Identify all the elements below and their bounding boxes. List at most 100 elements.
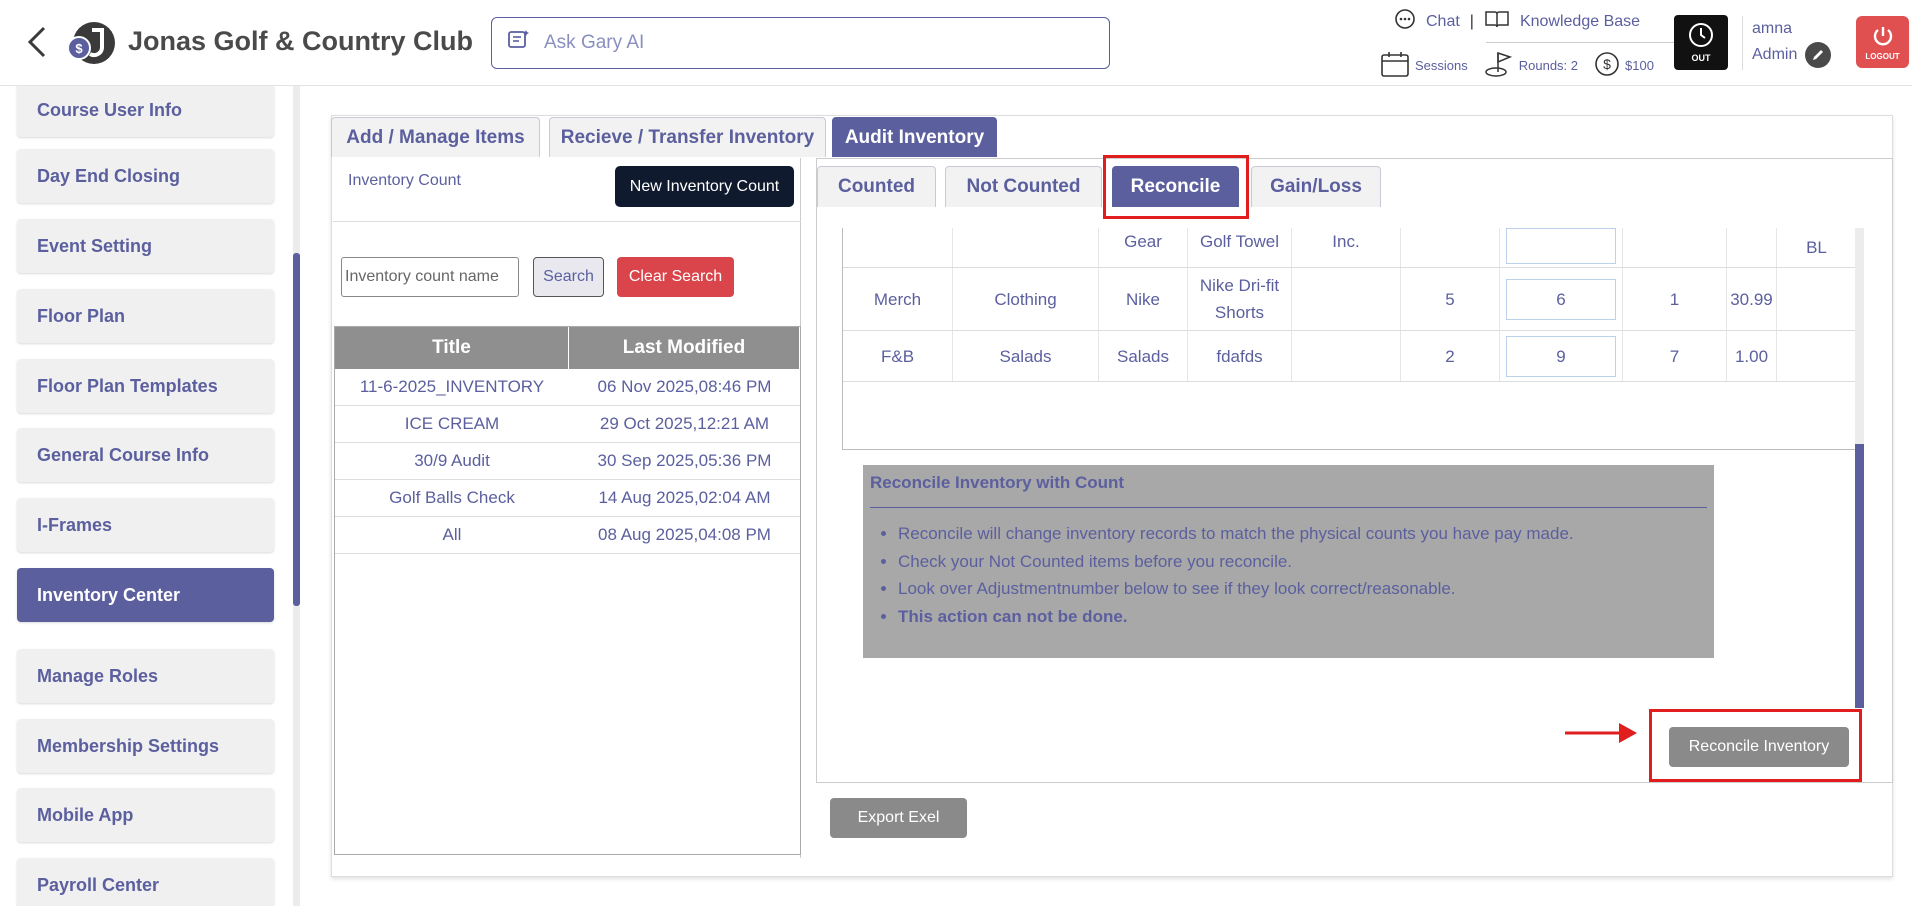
rounds-indicator[interactable]: Rounds: 2: [1484, 50, 1578, 81]
cell-adjustment: 1: [1623, 268, 1727, 330]
sessions-label: Sessions: [1415, 58, 1468, 73]
table-row[interactable]: 11-6-2025_INVENTORY 06 Nov 2025,08:46 PM: [335, 369, 800, 406]
reconcile-info-box: Reconcile Inventory with Count Reconcile…: [863, 465, 1714, 658]
cell-cost: 30.99: [1727, 268, 1777, 330]
svg-text:$: $: [1603, 56, 1611, 72]
user-info: amna Admin: [1752, 16, 1832, 68]
tab-add-manage-items[interactable]: Add / Manage Items: [331, 117, 540, 157]
chat-icon[interactable]: [1394, 8, 1416, 35]
panel-divider: [333, 221, 801, 222]
row-title: 11-6-2025_INVENTORY: [359, 377, 545, 396]
sidebar-item-floor-plan[interactable]: Floor Plan: [17, 289, 274, 343]
cell-counted: 6: [1500, 268, 1623, 330]
clock-out-label: OUT: [1691, 53, 1711, 63]
balance-indicator[interactable]: $ $100: [1594, 51, 1654, 80]
cell-item: Nike Dri-fit Shorts: [1188, 268, 1292, 330]
table-row[interactable]: F&B Salads Salads fdafds 2 9 7 1.00: [843, 331, 1855, 382]
row-title: All: [442, 525, 462, 544]
cell-adjustment: 7: [1623, 331, 1727, 381]
sidebar-item-general-course-info[interactable]: General Course Info: [17, 428, 274, 482]
balance-label: $100: [1625, 58, 1654, 73]
tab-counted[interactable]: Counted: [817, 166, 936, 207]
export-excel-button[interactable]: Export Exel: [830, 798, 967, 838]
inventory-search-input[interactable]: Inventory count name: [341, 257, 519, 297]
cell-counted: 9: [1500, 331, 1623, 381]
sidebar-item-course-user-info[interactable]: Course User Info: [17, 86, 274, 137]
tab-gain-loss[interactable]: Gain/Loss: [1251, 166, 1381, 207]
cell-item: fdafds: [1188, 331, 1292, 381]
logout-button[interactable]: LOGOUT: [1856, 16, 1909, 68]
reconcile-info-item: Check your Not Counted items before you …: [898, 548, 1707, 576]
count-input[interactable]: 9: [1506, 335, 1616, 377]
cell-department: F&B: [843, 331, 953, 381]
cell-adjustment: [1623, 228, 1727, 267]
reconcile-info-list: Reconcile will change inventory records …: [870, 520, 1707, 630]
sidebar-item-membership-settings[interactable]: Membership Settings: [17, 719, 274, 773]
row-last-modified: 29 Oct 2025,12:21 AM: [599, 414, 770, 433]
link-separator: |: [1469, 12, 1474, 30]
search-button[interactable]: Search: [533, 257, 604, 297]
column-header-last-modified[interactable]: Last Modified: [569, 327, 800, 369]
reconcile-info-item: Reconcile will change inventory records …: [898, 520, 1707, 548]
count-input[interactable]: 6: [1506, 278, 1616, 320]
count-input[interactable]: [1506, 228, 1616, 264]
ask-gary-input[interactable]: Ask Gary AI: [491, 17, 1110, 69]
rounds-label: Rounds: 2: [1518, 58, 1579, 73]
cell-cost: 1.00: [1727, 331, 1777, 381]
table-row[interactable]: Merch Clothing Nike Nike Dri-fit Shorts …: [843, 268, 1855, 331]
edit-pencil-icon[interactable]: [1805, 42, 1832, 68]
tab-not-counted[interactable]: Not Counted: [945, 166, 1102, 207]
reconcile-inventory-button[interactable]: Reconcile Inventory: [1669, 727, 1849, 767]
sessions-link[interactable]: Sessions: [1380, 50, 1468, 81]
cell-category: [953, 228, 1099, 267]
row-title: 30/9 Audit: [414, 451, 490, 470]
clear-search-button[interactable]: Clear Search: [617, 257, 734, 297]
sidebar-item-inventory-center[interactable]: Inventory Center: [17, 568, 274, 622]
cell-vendor: Inc.: [1292, 228, 1401, 267]
table-row[interactable]: Golf Balls Check 14 Aug 2025,02:04 AM: [335, 480, 800, 517]
column-header-title[interactable]: Title: [335, 327, 569, 369]
row-last-modified: 08 Aug 2025,04:08 PM: [598, 525, 771, 544]
book-icon[interactable]: [1484, 8, 1510, 35]
cell-category: Salads: [953, 331, 1099, 381]
sidebar-item-day-end-closing[interactable]: Day End Closing: [17, 149, 274, 203]
sidebar-item-payroll-center[interactable]: Payroll Center: [17, 858, 274, 906]
sidebar-item-floor-plan-templates[interactable]: Floor Plan Templates: [17, 359, 274, 413]
user-name: amna: [1752, 20, 1793, 37]
sidebar-scrollbar-thumb[interactable]: [293, 253, 300, 606]
back-arrow-icon[interactable]: [24, 24, 52, 60]
table-scrollbar-thumb[interactable]: [1855, 444, 1864, 708]
sidebar-item-manage-roles[interactable]: Manage Roles: [17, 649, 274, 703]
tab-audit-inventory[interactable]: Audit Inventory: [832, 117, 997, 157]
chat-link[interactable]: Chat: [1426, 13, 1460, 31]
row-last-modified: 30 Sep 2025,05:36 PM: [597, 451, 772, 470]
sidebar-item-event-setting[interactable]: Event Setting: [17, 219, 274, 273]
ai-chat-icon: [506, 28, 530, 58]
cell-extra: BL: [1777, 228, 1855, 267]
knowledge-base-link[interactable]: Knowledge Base: [1520, 13, 1640, 31]
clock-icon: [1688, 22, 1714, 50]
cell-category: Clothing: [953, 268, 1099, 330]
reconcile-info-title: Reconcile Inventory with Count: [870, 473, 1707, 508]
table-row[interactable]: Gear Golf Towel Inc. BL: [843, 228, 1855, 268]
inventory-count-table: Title Last Modified 11-6-2025_INVENTORY …: [334, 326, 801, 855]
table-row[interactable]: 30/9 Audit 30 Sep 2025,05:36 PM: [335, 443, 800, 480]
clock-out-button[interactable]: OUT: [1674, 15, 1728, 70]
user-role: Admin: [1752, 46, 1798, 63]
sidebar-item-i-frames[interactable]: I-Frames: [17, 498, 274, 552]
reconcile-warning: This action can not be done.: [898, 603, 1707, 631]
sidebar-item-mobile-app[interactable]: Mobile App: [17, 788, 274, 842]
row-title: Golf Balls Check: [389, 488, 515, 507]
inventory-count-label: Inventory Count: [348, 172, 461, 189]
row-title: ICE CREAM: [404, 414, 500, 433]
tab-receive-transfer-inventory[interactable]: Recieve / Transfer Inventory: [549, 117, 826, 157]
table-row[interactable]: All 08 Aug 2025,04:08 PM: [335, 517, 800, 554]
power-icon: [1871, 24, 1895, 50]
cell-brand: Nike: [1099, 268, 1188, 330]
table-row[interactable]: ICE CREAM 29 Oct 2025,12:21 AM: [335, 406, 800, 443]
dollar-icon: $: [1594, 51, 1620, 80]
cell-brand: Gear: [1099, 228, 1188, 267]
cell-vendor: [1292, 268, 1401, 330]
cell-department: Merch: [843, 268, 953, 330]
new-inventory-count-button[interactable]: New Inventory Count: [615, 166, 794, 207]
